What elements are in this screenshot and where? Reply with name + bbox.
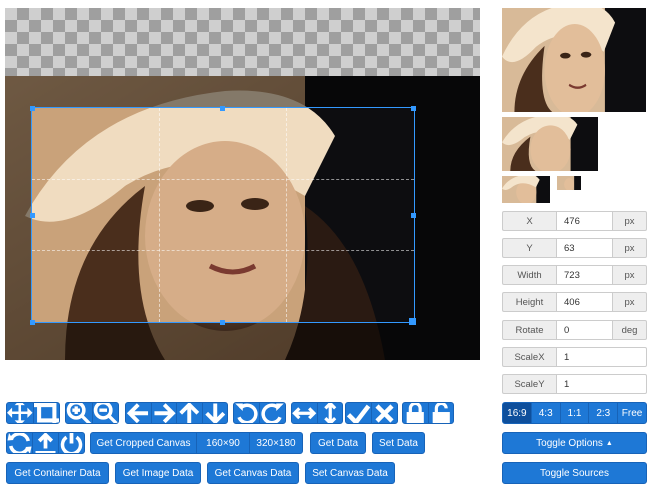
move-icon[interactable] (7, 403, 33, 423)
crop-action-group (345, 402, 398, 424)
field-scaley: ScaleY 1 (502, 374, 647, 394)
preview-small-image (502, 176, 550, 203)
power-icon[interactable] (58, 433, 84, 453)
arrow-right-icon[interactable] (150, 403, 177, 423)
upload-icon[interactable] (32, 433, 58, 453)
preview-large (502, 8, 646, 112)
crop-handle-sw[interactable] (30, 320, 35, 325)
ratio-1-1[interactable]: 1:1 (559, 403, 589, 423)
crop-handle-se[interactable] (409, 318, 416, 325)
field-width: Width 723 px (502, 265, 647, 285)
zoom-in-icon[interactable] (66, 403, 92, 423)
mode-group (6, 402, 60, 424)
aspect-ratio-group: 16:9 4:3 1:1 2:3 Free (502, 402, 647, 424)
preview-tiny (557, 176, 581, 190)
field-width-unit: px (613, 265, 647, 285)
crop-handle-nw[interactable] (30, 106, 35, 111)
field-scalex-label: ScaleX (502, 347, 556, 367)
field-y-label: Y (502, 238, 556, 258)
field-x: X 476 px (502, 211, 647, 231)
field-height-label: Height (502, 292, 556, 312)
set-canvas-data-button[interactable]: Set Canvas Data (305, 462, 395, 484)
misc-group (6, 432, 85, 454)
field-x-unit: px (613, 211, 647, 231)
crop-handle-s[interactable] (220, 320, 225, 325)
move-group (125, 402, 228, 424)
toggle-sources-button[interactable]: Toggle Sources (502, 462, 647, 484)
crop-view-image (32, 108, 414, 322)
crop-guide-vertical (286, 108, 287, 322)
crop-handle-ne[interactable] (411, 106, 416, 111)
field-height-input[interactable]: 406 (556, 292, 613, 312)
get-cropped-canvas-button[interactable]: Get Cropped Canvas (91, 433, 196, 453)
field-x-input[interactable]: 476 (556, 211, 613, 231)
field-rotate: Rotate 0 deg (502, 320, 647, 340)
reset-icon[interactable] (7, 433, 32, 453)
arrow-up-icon[interactable] (176, 403, 202, 423)
zoom-group (65, 402, 119, 424)
field-y-unit: px (613, 238, 647, 258)
field-scalex: ScaleX 1 (502, 347, 647, 367)
arrow-left-icon[interactable] (126, 403, 151, 423)
crop-handle-w[interactable] (30, 213, 35, 218)
size-160x90-button[interactable]: 160×90 (196, 433, 249, 453)
field-rotate-unit: deg (613, 320, 647, 340)
toggle-options-label: Toggle Options (536, 437, 603, 449)
crop-handle-n[interactable] (220, 106, 225, 111)
flip-horizontal-icon[interactable] (292, 403, 317, 423)
preview-medium (502, 117, 598, 171)
cropper-canvas[interactable] (5, 8, 480, 360)
ratio-16-9[interactable]: 16:9 (503, 403, 531, 423)
lock-group (402, 402, 454, 424)
flip-group (291, 402, 343, 424)
check-icon[interactable] (346, 403, 371, 423)
preview-large-image (502, 8, 646, 112)
ratio-free[interactable]: Free (617, 403, 646, 423)
caret-up-icon: ▲ (605, 439, 613, 447)
field-height: Height 406 px (502, 292, 647, 312)
field-scalex-input[interactable]: 1 (556, 347, 647, 367)
field-scaley-input[interactable]: 1 (556, 374, 647, 394)
rotate-left-icon[interactable] (234, 403, 259, 423)
field-width-label: Width (502, 265, 556, 285)
lock-icon[interactable] (403, 403, 428, 423)
ratio-4-3[interactable]: 4:3 (530, 403, 560, 423)
field-y-input[interactable]: 63 (556, 238, 613, 258)
field-rotate-label: Rotate (502, 320, 556, 340)
clear-icon[interactable] (371, 403, 397, 423)
field-width-input[interactable]: 723 (556, 265, 613, 285)
field-rotate-input[interactable]: 0 (556, 320, 613, 340)
zoom-out-icon[interactable] (91, 403, 119, 423)
preview-small (502, 176, 550, 203)
toggle-options-button[interactable]: Toggle Options ▲ (502, 432, 647, 454)
get-image-data-button[interactable]: Get Image Data (115, 462, 201, 484)
field-scaley-label: ScaleY (502, 374, 556, 394)
crop-icon[interactable] (32, 403, 59, 423)
crop-box[interactable] (31, 107, 415, 323)
field-height-unit: px (613, 292, 647, 312)
get-container-data-button[interactable]: Get Container Data (6, 462, 109, 484)
preview-tiny-image (557, 176, 581, 190)
preview-medium-image (502, 117, 598, 171)
field-y: Y 63 px (502, 238, 647, 258)
crop-handle-e[interactable] (411, 213, 416, 218)
arrow-down-icon[interactable] (201, 403, 228, 423)
get-data-button[interactable]: Get Data (310, 432, 366, 454)
size-320x180-button[interactable]: 320×180 (249, 433, 302, 453)
cropped-canvas-group: Get Cropped Canvas 160×90 320×180 (90, 432, 303, 454)
unlock-icon[interactable] (427, 403, 454, 423)
rotate-right-icon[interactable] (259, 403, 285, 423)
get-canvas-data-button[interactable]: Get Canvas Data (207, 462, 299, 484)
crop-guide-horizontal (32, 179, 414, 180)
crop-guide-vertical (159, 108, 160, 322)
crop-guide-horizontal (32, 250, 414, 251)
rotate-group (233, 402, 286, 424)
field-x-label: X (502, 211, 556, 231)
ratio-2-3[interactable]: 2:3 (588, 403, 617, 423)
flip-vertical-icon[interactable] (316, 403, 343, 423)
set-data-button[interactable]: Set Data (372, 432, 425, 454)
